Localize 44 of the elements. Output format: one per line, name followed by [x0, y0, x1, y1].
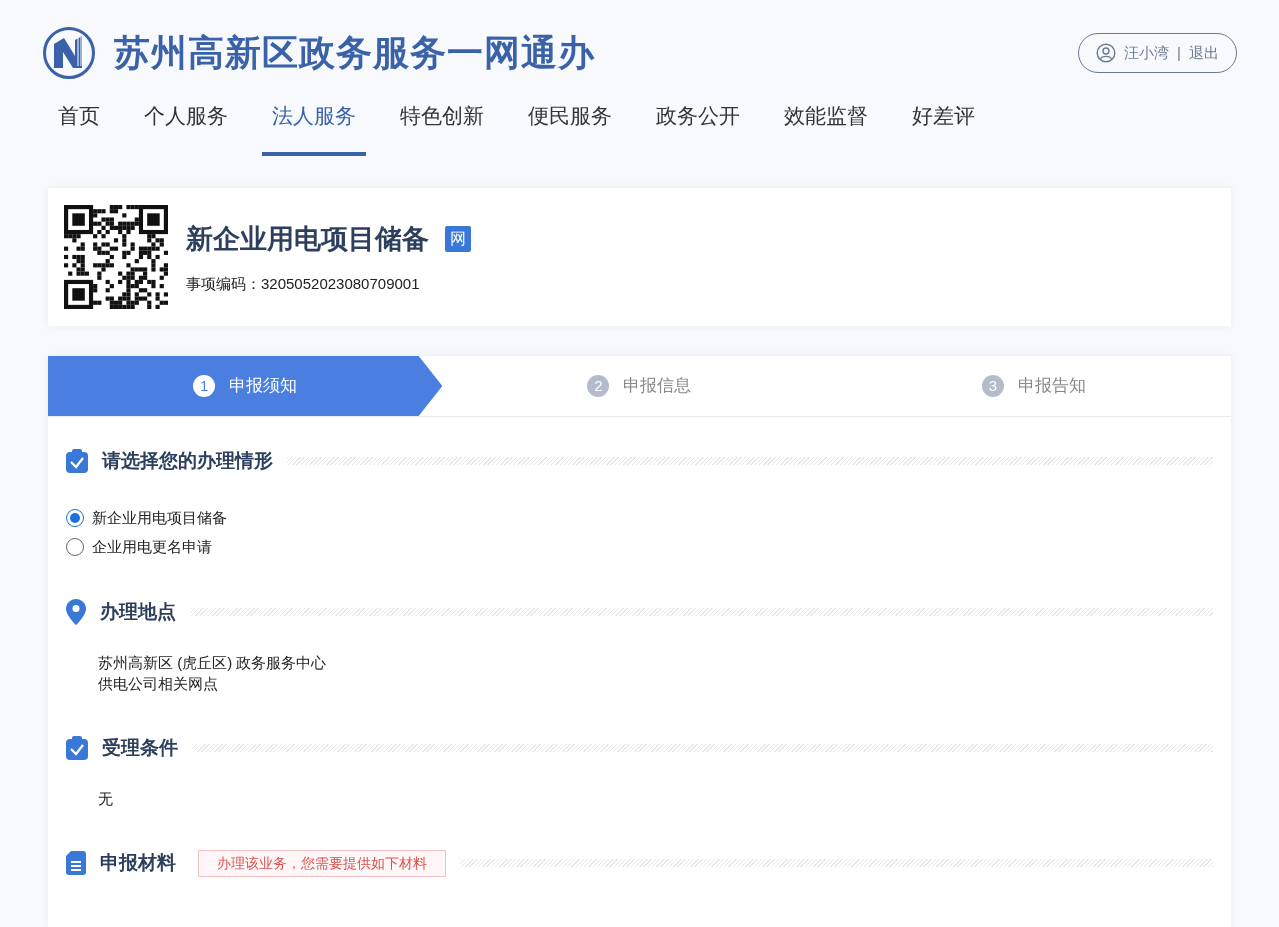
item-code: 3205052023080709001 — [261, 274, 420, 294]
step-label: 申报信息 — [623, 375, 692, 398]
step-number: 2 — [587, 375, 610, 397]
user-name: 汪小湾 — [1124, 42, 1170, 63]
nav-tab[interactable]: 政务公开 — [646, 100, 750, 156]
nav-tab[interactable]: 个人服务 — [134, 100, 238, 156]
step-label: 申报告知 — [1017, 375, 1086, 398]
step-tab[interactable]: 2 申报信息 — [442, 356, 837, 416]
clipboard-check-icon — [66, 736, 88, 760]
step-tab[interactable]: 1 申报须知 — [48, 356, 443, 416]
nav-tab[interactable]: 首页 — [48, 100, 110, 156]
step-label: 申报须知 — [229, 375, 298, 398]
section-title: 受理条件 — [102, 735, 178, 760]
radio-button[interactable] — [66, 537, 84, 556]
document-icon — [66, 851, 86, 875]
nav-tab[interactable]: 好差评 — [902, 100, 985, 156]
step-number: 1 — [193, 375, 216, 397]
section-text: 苏州高新区 (虎丘区) 政务服务中心 — [98, 653, 328, 673]
section-text: 供电公司相关网点 — [98, 674, 219, 694]
step-tab[interactable]: 3 申报告知 — [836, 356, 1231, 416]
section-text: 无 — [98, 789, 114, 809]
logout-link[interactable]: 退出 — [1189, 41, 1219, 65]
clipboard-check-icon — [66, 449, 88, 473]
nav-tab[interactable]: 特色创新 — [390, 100, 494, 156]
nav-tab[interactable]: 便民服务 — [518, 100, 622, 156]
nav-tab[interactable]: 效能监督 — [774, 100, 878, 156]
user-icon — [1096, 43, 1117, 63]
separator: | — [1177, 42, 1181, 63]
notice-banner: 办理该业务，您需要提供如下材料 — [198, 849, 446, 877]
nav-tab[interactable]: 法人服务 — [262, 100, 366, 156]
radio-button[interactable] — [66, 509, 84, 528]
item-title: 新企业用电项目储备 — [186, 222, 429, 256]
radio-option[interactable]: 新企业用电项目储备 — [66, 507, 1213, 530]
section-title: 请选择您的办理情形 — [102, 448, 273, 473]
step-number: 3 — [981, 375, 1004, 397]
section-title: 办理地点 — [100, 599, 176, 624]
site-title: 苏州高新区政务服务一网通办 — [114, 31, 595, 75]
online-badge: 网 — [445, 225, 471, 252]
logo-icon — [42, 26, 96, 80]
location-pin-icon — [66, 599, 86, 625]
radio-option[interactable]: 企业用电更名申请 — [66, 535, 1213, 558]
item-code-label: 事项编码： — [186, 274, 261, 294]
qr-code-icon — [64, 205, 168, 309]
section-title: 申报材料 — [100, 850, 176, 875]
